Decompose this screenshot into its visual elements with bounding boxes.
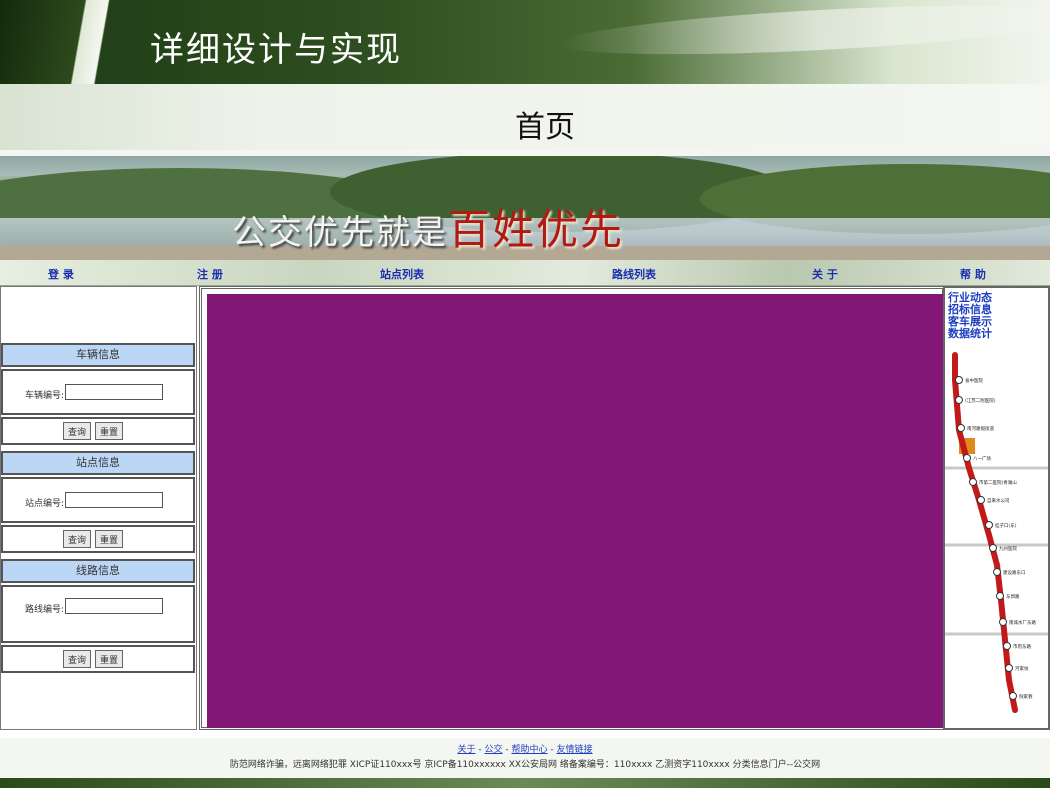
footer-friend-links[interactable]: 友情链接 [557, 745, 593, 755]
route-stop-label: 自来水公司 [987, 497, 1010, 504]
route-stop-marker [1009, 692, 1017, 700]
nav-register[interactable]: 注 册 [197, 266, 223, 282]
site-banner: 公交优先就是百姓优先 [0, 156, 1050, 260]
banner-slogan-white: 公交优先就是 [232, 213, 448, 253]
slide-bottom-band [0, 778, 1050, 788]
route-stop-label: 倪家巷 [1019, 693, 1033, 700]
route-stop-label: 市府东路 [1013, 643, 1031, 650]
route-stop-marker [1005, 664, 1013, 672]
route-stop-marker [999, 618, 1007, 626]
route-stop-label: 南河路假街道 [967, 425, 994, 432]
site-navbar: 登 录 注 册 站点列表 路线列表 关 于 帮 助 [0, 260, 1050, 286]
slide-title: 详细设计与实现 [150, 30, 402, 70]
route-info-header: 线路信息 [1, 559, 195, 583]
station-reset-button[interactable]: 重置 [95, 530, 123, 548]
station-query-button[interactable]: 查询 [63, 530, 91, 548]
header-swoosh-decoration [559, 0, 1050, 64]
route-stop-marker [955, 396, 963, 404]
route-map-grid [945, 466, 1048, 636]
route-stop-marker [963, 454, 971, 462]
right-info-panel: 行业动态 招标信息 客车展示 数据统计 省中医院 (江苏二附医院) 南河路假街道 八一… [943, 286, 1050, 730]
banner-slogan-red: 百姓优先 [448, 205, 625, 254]
nav-about[interactable]: 关 于 [812, 266, 838, 282]
route-stop-marker [989, 544, 997, 552]
station-info-form: 站点编号: [1, 477, 195, 523]
route-stop-label: 东郭路 [1006, 593, 1020, 600]
route-stops: 省中医院 (江苏二附医院) 南河路假街道八一广场市第二医院(青湖山自来水公司桂子口(… [955, 376, 1036, 700]
nav-route-list[interactable]: 路线列表 [612, 266, 656, 282]
route-stop-label: (江苏二附医院) [965, 397, 996, 404]
nav-login[interactable]: 登 录 [48, 266, 74, 282]
route-stop-label: 南城水厂东路 [1009, 619, 1036, 626]
footer-separator: - [478, 745, 482, 755]
route-reset-button[interactable]: 重置 [95, 650, 123, 668]
route-stop-marker [985, 521, 993, 529]
route-id-label: 路线编号: [25, 605, 65, 615]
bus-route-map: 省中医院 (江苏二附医院) 南河路假街道八一广场市第二医院(青湖山自来水公司桂子口(… [945, 352, 1048, 713]
vehicle-id-input[interactable] [65, 384, 163, 400]
route-stop-label: 河家坊 [1015, 665, 1029, 672]
vehicle-info-actions: 查询 重置 [1, 417, 195, 445]
station-info-actions: 查询 重置 [1, 525, 195, 553]
route-info-actions: 查询 重置 [1, 645, 195, 673]
banner-slogan: 公交优先就是百姓优先 [232, 196, 624, 257]
book-page-decoration [0, 0, 140, 84]
vehicle-info-form: 车辆编号: [1, 369, 195, 415]
main-content-frame [199, 286, 945, 730]
footer-help-link[interactable]: 帮助中心 [512, 745, 548, 755]
slide-subtitle-bar: 首页 [0, 84, 1050, 150]
route-query-button[interactable]: 查询 [63, 650, 91, 668]
route-stop-label: 建设路东口 [1003, 569, 1026, 576]
statistics-link[interactable]: 数据统计 [948, 328, 992, 340]
route-stop-label: 九州医院 [999, 545, 1017, 552]
vehicle-info-header: 车辆信息 [1, 343, 195, 367]
website-screenshot: 公交优先就是百姓优先 登 录 注 册 站点列表 路线列表 关 于 帮 助 车辆信… [0, 156, 1050, 770]
nav-station-list[interactable]: 站点列表 [380, 266, 424, 282]
route-stop-marker [957, 424, 965, 432]
station-id-label: 站点编号: [25, 499, 65, 509]
footer-legal-text: 防范网络诈骗，远离网络犯罪 XICP证110xxx号 京ICP备110xxxxx… [229, 760, 821, 770]
route-stop-marker [1003, 642, 1011, 650]
route-id-input[interactable] [65, 598, 163, 614]
slide-subtitle: 首页 [515, 110, 575, 145]
vehicle-reset-button[interactable]: 重置 [95, 422, 123, 440]
route-stop-label: 桂子口(东) [995, 522, 1017, 529]
route-stop-marker [977, 496, 985, 504]
nav-help[interactable]: 帮 助 [960, 266, 986, 282]
vehicle-id-label: 车辆编号: [25, 391, 65, 401]
route-stop-label: 省中医院 [965, 377, 983, 384]
slide-header: 详细设计与实现 [0, 0, 1050, 84]
route-line [952, 352, 1018, 713]
route-stop-marker [993, 568, 1001, 576]
footer-about-link[interactable]: 关于 [457, 745, 475, 755]
station-info-header: 站点信息 [1, 451, 195, 475]
main-content-area [207, 294, 943, 728]
footer-separator: - [505, 745, 509, 755]
route-stop-label: 八一广场 [973, 455, 991, 462]
footer-links: 关于 - 公交 - 帮助中心 - 友情链接 [0, 742, 1050, 755]
route-info-form: 路线编号: [1, 585, 195, 643]
route-stop-marker [996, 592, 1004, 600]
route-stop-marker [969, 478, 977, 486]
vehicle-query-button[interactable]: 查询 [63, 422, 91, 440]
site-footer: 关于 - 公交 - 帮助中心 - 友情链接 防范网络诈骗，远离网络犯罪 XICP… [0, 742, 1050, 770]
route-stop-marker [955, 376, 963, 384]
route-stop-label: 市第二医院(青湖山 [979, 479, 1017, 486]
station-id-input[interactable] [65, 492, 163, 508]
left-query-panel: 车辆信息 车辆编号: 查询 重置 站点信息 站点编号: 查询 重置 线路信息 路… [0, 286, 197, 730]
footer-bus-link[interactable]: 公交 [484, 745, 502, 755]
footer-separator: - [550, 745, 554, 755]
